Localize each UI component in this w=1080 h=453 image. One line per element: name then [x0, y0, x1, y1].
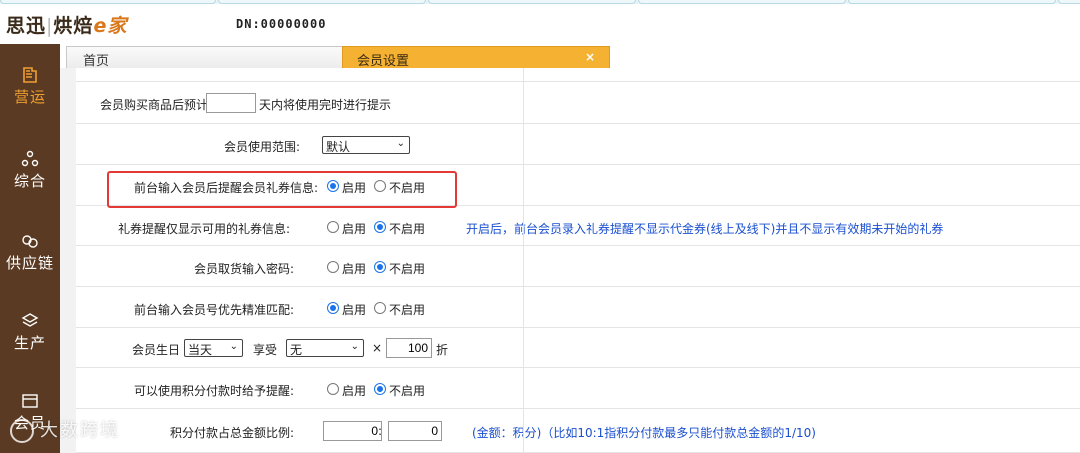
pickup-password-label: 会员取货输入密码: [194, 262, 295, 276]
logo-e: e家 [93, 15, 128, 37]
points-prompt-label: 可以使用积分付款时给予提醒: [134, 384, 295, 398]
form-row-birthday: 会员生日 当天 ⌄ 享受 无 ⌄ × 折 [76, 328, 1080, 368]
network-icon [21, 150, 39, 167]
scope-selected: 默认 [326, 140, 351, 154]
exact-match-label: 前台输入会员号优先精准匹配: [134, 303, 295, 317]
birthday-day-selected: 当天 [188, 343, 213, 357]
birthday-discount-select[interactable]: 无 ⌄ [286, 339, 364, 357]
logo-brand: 思迅 [6, 15, 47, 37]
tab-bar: 首页 会员设置 × [60, 44, 1080, 69]
link-icon [22, 235, 38, 248]
gift-available-on-label: 启用 [342, 222, 367, 236]
gift-available-note: 开启后，前台会员录入礼券提醒不显示代金券(线上及线下)并且不显示有效期未开始的礼… [466, 222, 944, 236]
birthday-rate-input[interactable] [386, 338, 432, 358]
points-prompt-on-label: 启用 [342, 384, 367, 398]
layers-icon [21, 313, 39, 327]
watermark-text: 大数跨境 [40, 420, 120, 441]
precheck-days-input[interactable] [206, 93, 256, 113]
sidebar: 营运 综合 供应链 生产 会员 [0, 44, 60, 453]
highlight-box [107, 171, 457, 208]
pickup-password-on-label: 启用 [342, 262, 367, 276]
sidebar-item-supply-chain[interactable]: 供应链 [0, 232, 60, 273]
watermark: 大数跨境 [10, 416, 120, 443]
gift-available-radio-off[interactable] [374, 221, 386, 233]
logo-product: 烘焙 [53, 15, 94, 37]
tab-member-label: 会员设置 [357, 54, 410, 69]
form-row-scope: 会员使用范围: 默认 ⌄ [76, 124, 1080, 165]
sidebar-item-label: 综合 [13, 172, 46, 190]
points-ratio-colon: : [378, 424, 383, 438]
pickup-password-radio-off[interactable] [374, 261, 386, 273]
form-row-points-ratio: 积分付款占总金额比例: : (金额：积分)（比如10:1指积分付款最多只能付款总… [76, 409, 1080, 453]
exact-match-radio-on[interactable] [327, 302, 339, 314]
birthday-day-select[interactable]: 当天 ⌄ [184, 339, 243, 357]
tab-member-settings[interactable]: 会员设置 × [342, 46, 610, 69]
chevron-down-icon: ⌄ [350, 341, 359, 352]
app-logo: 思迅|烘焙e家 [6, 15, 128, 37]
precheck-label: 会员购买商品后预计 [100, 98, 209, 112]
points-ratio-label: 积分付款占总金额比例: [170, 426, 295, 440]
birthday-enjoy-label: 享受 [253, 343, 278, 357]
sidebar-item-production[interactable]: 生产 [0, 312, 60, 353]
points-ratio-left-input[interactable] [323, 421, 382, 441]
sidebar-item-label: 供应链 [5, 254, 54, 272]
points-prompt-off-label: 不启用 [389, 384, 426, 398]
exact-match-on-label: 启用 [342, 303, 367, 317]
store-icon [23, 67, 37, 83]
tab-home-label: 首页 [83, 54, 110, 69]
form-row-points-prompt: 可以使用积分付款时给予提醒: 启用 不启用 [76, 368, 1080, 409]
precheck-suffix: 天内将使用完时进行提示 [259, 98, 392, 112]
form-row-precheck: 会员购买商品后预计 天内将使用完时进行提示 [76, 82, 1080, 124]
sidebar-item-operations[interactable]: 营运 [0, 66, 60, 107]
device-number: DN:00000000 [236, 17, 327, 31]
tab-home[interactable]: 首页 [66, 46, 358, 69]
sidebar-item-label: 生产 [13, 334, 46, 352]
exact-match-off-label: 不启用 [389, 303, 426, 317]
header: 思迅|烘焙e家 DN:00000000 [0, 4, 1080, 44]
form-row-exact-match: 前台输入会员号优先精准匹配: 启用 不启用 [76, 287, 1080, 328]
points-prompt-radio-off[interactable] [374, 383, 386, 395]
birthday-label: 会员生日 [132, 343, 181, 357]
pickup-password-radio-on[interactable] [327, 261, 339, 273]
chevron-down-icon: ⌄ [396, 138, 405, 149]
birthday-unit: 折 [436, 343, 449, 357]
scope-select[interactable]: 默认 ⌄ [322, 136, 410, 154]
gift-available-radio-on[interactable] [327, 221, 339, 233]
form-row-gift-available: 礼券提醒仅显示可用的礼券信息: 启用 不启用 开启后，前台会员录入礼券提醒不显示… [76, 206, 1080, 246]
content-gutter [60, 68, 76, 453]
chevron-down-icon: ⌄ [229, 341, 238, 352]
birthday-discount-selected: 无 [290, 343, 303, 357]
scope-label: 会员使用范围: [224, 140, 301, 154]
points-prompt-radio-on[interactable] [327, 383, 339, 395]
points-ratio-right-input[interactable] [388, 421, 442, 441]
pickup-password-off-label: 不启用 [389, 262, 426, 276]
sidebar-item-label: 营运 [13, 88, 46, 106]
card-icon [22, 394, 38, 408]
birthday-times: × [372, 341, 383, 355]
sidebar-item-general[interactable]: 综合 [0, 150, 60, 191]
watermark-logo-icon [10, 419, 34, 443]
form-row-partial [76, 68, 1080, 82]
close-icon[interactable]: × [585, 50, 595, 64]
gift-available-label: 礼券提醒仅显示可用的礼券信息: [118, 222, 291, 236]
member-settings-form: 会员购买商品后预计 天内将使用完时进行提示 会员使用范围: 默认 ⌄ 前台输入会… [60, 68, 1080, 453]
exact-match-radio-off[interactable] [374, 302, 386, 314]
gift-available-off-label: 不启用 [389, 222, 426, 236]
form-row-pickup-password: 会员取货输入密码: 启用 不启用 [76, 246, 1080, 287]
